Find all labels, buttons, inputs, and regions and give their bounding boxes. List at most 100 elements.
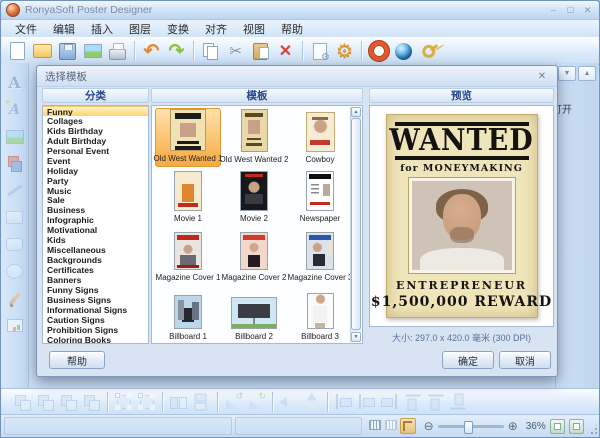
paste-icon[interactable] [248,39,273,63]
category-item[interactable]: Music [43,186,148,196]
help-button[interactable]: 帮助 [49,351,105,369]
category-item[interactable]: Prohibition Signs [43,325,148,335]
scroll-up-icon[interactable]: ▲ [351,107,361,117]
export-image-icon[interactable] [80,39,105,63]
wordart-icon[interactable] [3,96,27,123]
align-bottom-icon[interactable] [449,391,469,414]
copy-icon[interactable] [198,39,223,63]
text-icon[interactable] [3,69,27,96]
category-item[interactable]: Certificates [43,265,148,275]
print-icon[interactable] [105,39,130,63]
bring-forward-icon[interactable] [57,392,80,412]
chevron-down-icon[interactable]: ▼ [558,66,576,81]
category-item[interactable]: Business [43,205,148,215]
page-setup-icon[interactable] [307,39,332,63]
align-right-icon[interactable] [378,392,401,412]
align-top-icon[interactable] [403,391,423,414]
bring-to-front-icon[interactable] [11,392,34,412]
template-item[interactable]: Billboard 3 [287,285,353,344]
clipart-icon[interactable] [3,150,27,177]
template-item[interactable]: Billboard 1 [155,285,221,344]
zoom-slider[interactable] [438,425,504,428]
ok-button[interactable]: 确定 [442,351,494,369]
line-icon[interactable] [3,177,27,204]
fit-page-icon[interactable] [550,419,565,434]
menu-item[interactable]: 变换 [159,21,197,37]
category-item[interactable]: Backgrounds [43,255,148,265]
open-folder-icon[interactable] [30,39,55,63]
rectangle-icon[interactable] [3,204,27,231]
grid-icon[interactable] [368,418,382,432]
category-item[interactable]: Collages [43,116,148,126]
template-item[interactable]: Cowboy [287,108,353,167]
delete-icon[interactable] [273,39,298,63]
category-item[interactable]: Sale [43,195,148,205]
category-item[interactable]: Funny [43,106,148,116]
template-item[interactable]: Newspaper [287,167,353,226]
maximize-icon[interactable] [564,5,577,16]
group-icon[interactable] [112,392,135,412]
fit-width-icon[interactable] [569,419,584,434]
category-item[interactable]: Funny Signs [43,285,148,295]
category-item[interactable]: Kids [43,235,148,245]
symbols-icon[interactable] [3,312,27,339]
menu-item[interactable]: 帮助 [273,21,311,37]
zoom-in-icon[interactable]: ⊕ [508,420,518,432]
template-item[interactable]: Movie 1 [155,167,221,226]
template-item[interactable]: Magazine Cover 2 [221,226,287,285]
image-icon[interactable] [3,123,27,150]
menu-item[interactable]: 视图 [235,21,273,37]
redo-icon[interactable] [164,39,189,63]
category-item[interactable]: Personal Event [43,146,148,156]
menu-item[interactable]: 图层 [121,21,159,37]
align-middle-icon[interactable] [426,391,446,414]
template-scrollbar[interactable]: ▲ ▼ [350,107,361,342]
scrollbar-thumb[interactable] [351,118,361,330]
scroll-down-icon[interactable]: ▼ [351,332,361,342]
snap-icon[interactable] [400,418,416,434]
category-item[interactable]: Kids Birthday [43,126,148,136]
distribute-vertical-icon[interactable] [192,391,212,414]
template-item[interactable]: Magazine Cover 1 [155,226,221,285]
dots-grid-icon[interactable] [384,418,398,432]
rotate-right-icon[interactable] [245,392,268,412]
category-item[interactable]: Event [43,156,148,166]
send-to-back-icon[interactable] [34,392,57,412]
resize-grip[interactable] [588,424,597,434]
category-item[interactable]: Coloring Books [43,335,148,344]
new-document-icon[interactable] [5,39,30,63]
ungroup-icon[interactable] [135,392,158,412]
distribute-horizontal-icon[interactable] [167,392,190,412]
template-item[interactable]: Old West Wanted 2 [221,108,287,167]
template-item[interactable]: Movie 2 [221,167,287,226]
menu-item[interactable]: 插入 [83,21,121,37]
send-backward-icon[interactable] [80,392,103,412]
category-item[interactable]: Infographic [43,215,148,225]
align-center-icon[interactable] [355,392,378,412]
close-window-icon[interactable] [581,5,594,16]
category-item[interactable]: Banners [43,275,148,285]
minimize-icon[interactable] [547,5,560,16]
category-item[interactable]: Business Signs [43,295,148,305]
rotate-left-icon[interactable] [222,392,245,412]
flip-vertical-icon[interactable] [302,391,322,414]
rounded-rectangle-icon[interactable] [3,231,27,258]
category-item[interactable]: Informational Signs [43,305,148,315]
cut-icon[interactable] [223,39,248,63]
options-icon[interactable] [332,39,357,63]
category-item[interactable]: Adult Birthday [43,136,148,146]
help-icon[interactable] [366,39,391,63]
flip-horizontal-icon[interactable] [277,392,300,412]
category-item[interactable]: Caution Signs [43,315,148,325]
category-item[interactable]: Holiday [43,166,148,176]
save-icon[interactable] [55,39,80,63]
template-item[interactable]: Billboard 2 [221,285,287,344]
undo-icon[interactable] [139,39,164,63]
menu-item[interactable]: 对齐 [197,21,235,37]
chevron-up-icon[interactable]: ▲ [578,66,596,81]
menu-item[interactable]: 编辑 [45,21,83,37]
category-item[interactable]: Miscellaneous [43,245,148,255]
dialog-close-icon[interactable]: ✕ [535,71,549,82]
zoom-slider-thumb[interactable] [464,421,473,434]
align-left-icon[interactable] [332,392,355,412]
